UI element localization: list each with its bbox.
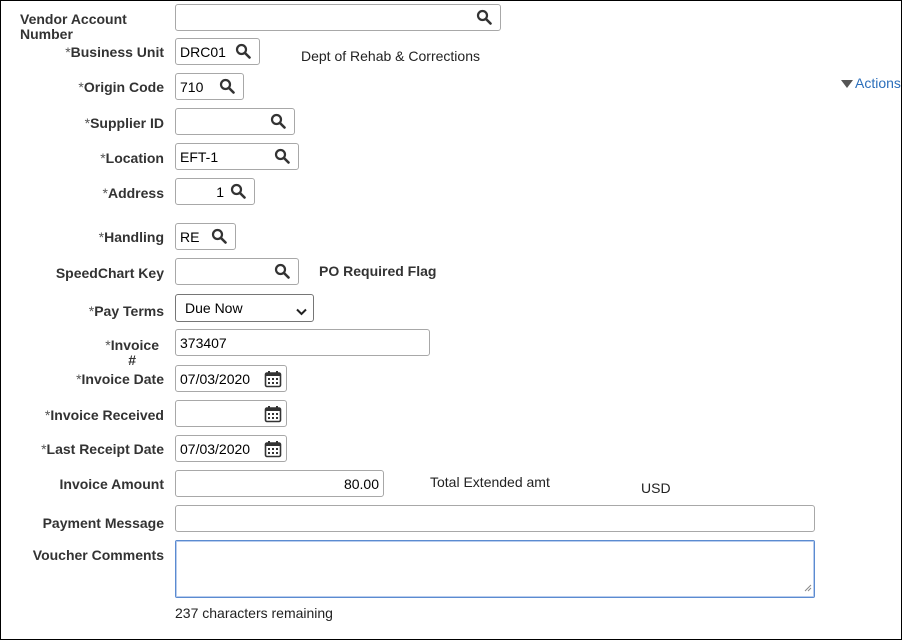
location-label: *Location xyxy=(100,150,164,166)
magnifier-icon[interactable] xyxy=(270,113,288,131)
resize-handle-icon[interactable] xyxy=(804,579,812,595)
invoice-date-field[interactable]: 07/03/2020 xyxy=(175,365,287,392)
pay-terms-select[interactable]: Due Now xyxy=(175,294,314,322)
invoice-number-field[interactable]: 373407 xyxy=(175,329,430,356)
handling-value: RE xyxy=(180,229,200,245)
last-receipt-date-label-text: Last Receipt Date xyxy=(46,441,164,457)
payment-message-label: Payment Message xyxy=(42,515,164,531)
pay-terms-label-text: Pay Terms xyxy=(94,303,164,319)
invoice-amount-value: 80.00 xyxy=(343,476,379,492)
invoice-received-label: *Invoice Received xyxy=(45,407,164,423)
magnifier-icon[interactable] xyxy=(274,263,292,281)
business-unit-description: Dept of Rehab & Corrections xyxy=(301,48,480,64)
calendar-icon[interactable] xyxy=(264,370,282,388)
invoice-received-label-text: Invoice Received xyxy=(50,407,164,423)
magnifier-icon[interactable] xyxy=(235,43,253,61)
supplier-id-label-text: Supplier ID xyxy=(90,115,164,131)
invoice-date-label: *Invoice Date xyxy=(76,371,164,387)
origin-code-label-text: Origin Code xyxy=(83,79,164,95)
address-label: *Address xyxy=(103,185,164,201)
location-label-text: Location xyxy=(105,150,164,166)
voucher-comments-label: Voucher Comments xyxy=(32,547,164,563)
invoice-number-label-line2: # xyxy=(128,352,137,368)
invoice-number-label-line1: Invoice xyxy=(110,337,159,353)
invoice-date-value: 07/03/2020 xyxy=(180,371,251,387)
origin-code-field[interactable]: 710 xyxy=(175,73,244,100)
magnifier-icon[interactable] xyxy=(211,228,229,246)
last-receipt-date-label: *Last Receipt Date xyxy=(41,441,164,457)
magnifier-icon[interactable] xyxy=(476,9,494,27)
po-required-flag-label: PO Required Flag xyxy=(319,263,437,279)
speedchart-key-label: SpeedChart Key xyxy=(55,265,164,281)
total-extended-amt-label: Total Extended amt xyxy=(430,474,550,490)
characters-remaining: 237 characters remaining xyxy=(175,605,333,621)
vendor-account-number-field[interactable] xyxy=(175,4,501,31)
actions-label: Actions xyxy=(855,75,901,91)
invoice-number-label: *Invoice # xyxy=(105,338,159,368)
magnifier-icon[interactable] xyxy=(219,78,237,96)
handling-label-text: Handling xyxy=(104,229,164,245)
calendar-icon[interactable] xyxy=(264,405,282,423)
triangle-down-icon xyxy=(841,76,853,92)
business-unit-label: *Business Unit xyxy=(65,44,164,60)
last-receipt-date-field[interactable]: 07/03/2020 xyxy=(175,435,287,462)
invoice-amount-label: Invoice Amount xyxy=(59,476,165,492)
handling-field[interactable]: RE xyxy=(175,223,236,250)
address-value: 1 xyxy=(216,184,224,200)
location-value: EFT-1 xyxy=(180,149,219,165)
handling-label: *Handling xyxy=(99,229,164,245)
currency-code: USD xyxy=(641,480,671,496)
invoice-number-value: 373407 xyxy=(180,335,227,351)
invoice-received-field[interactable] xyxy=(175,400,287,427)
chevron-down-icon xyxy=(296,303,307,319)
pay-terms-value: Due Now xyxy=(185,300,243,316)
invoice-amount-field[interactable]: 80.00 xyxy=(175,470,384,497)
magnifier-icon[interactable] xyxy=(274,148,292,166)
supplier-id-label: *Supplier ID xyxy=(85,115,164,131)
voucher-form-frame: Vendor Account Number *Business Unit DRC… xyxy=(0,0,902,640)
business-unit-value: DRC01 xyxy=(180,44,226,60)
supplier-id-field[interactable] xyxy=(175,108,295,135)
origin-code-label: *Origin Code xyxy=(78,79,164,95)
origin-code-value: 710 xyxy=(180,79,204,95)
actions-menu-link[interactable]: Actions xyxy=(841,75,901,92)
business-unit-field[interactable]: DRC01 xyxy=(175,38,260,65)
invoice-date-label-text: Invoice Date xyxy=(81,371,164,387)
voucher-comments-textarea[interactable] xyxy=(175,540,815,598)
address-field[interactable]: 1 xyxy=(175,178,255,205)
pay-terms-label: *Pay Terms xyxy=(89,303,164,319)
address-label-text: Address xyxy=(107,185,164,201)
vendor-account-number-label: Vendor Account Number xyxy=(20,11,127,42)
payment-message-field[interactable] xyxy=(175,505,815,532)
magnifier-icon[interactable] xyxy=(230,183,248,201)
location-field[interactable]: EFT-1 xyxy=(175,143,299,170)
calendar-icon[interactable] xyxy=(264,440,282,458)
speedchart-key-field[interactable] xyxy=(175,258,299,285)
business-unit-label-text: Business Unit xyxy=(70,44,164,60)
last-receipt-date-value: 07/03/2020 xyxy=(180,441,251,457)
